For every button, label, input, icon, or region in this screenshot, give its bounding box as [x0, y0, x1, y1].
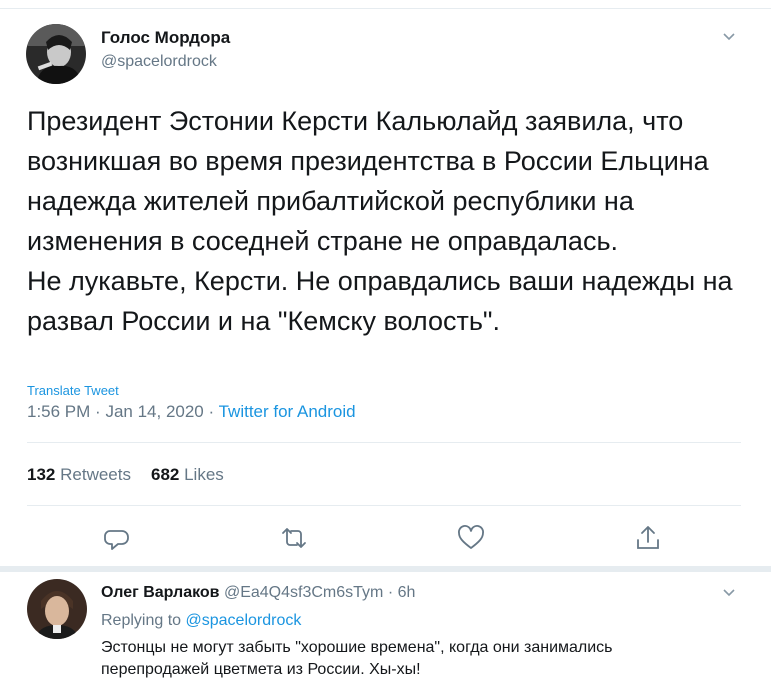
retweets-stat[interactable]: 132 Retweets: [27, 465, 131, 484]
reply-age[interactable]: 6h: [398, 584, 416, 601]
replying-mention-link[interactable]: @spacelordrock: [186, 612, 302, 629]
reply-author-handle[interactable]: @Ea4Q4sf3Cm6sTym: [224, 584, 383, 601]
meta-separator: ·: [95, 402, 101, 421]
retweet-icon[interactable]: [278, 522, 310, 554]
translate-tweet-link[interactable]: Translate Tweet: [27, 383, 119, 398]
tweet-metadata: 1:56 PM · Jan 14, 2020 · Twitter for And…: [27, 402, 356, 422]
likes-stat[interactable]: 682 Likes: [151, 465, 224, 484]
reply-text: Эстонцы не могут забыть "хорошие времена…: [101, 639, 613, 678]
tweet-text: Президент Эстонии Керсти Кальюлайд заяви…: [27, 106, 733, 336]
author-avatar[interactable]: [26, 24, 86, 84]
meta-separator: ·: [208, 402, 215, 421]
heart-icon[interactable]: [455, 522, 487, 554]
chevron-down-icon[interactable]: [722, 586, 736, 600]
divider: [27, 505, 741, 506]
retweets-label: Retweets: [60, 465, 131, 484]
tweet-date[interactable]: Jan 14, 2020: [105, 402, 203, 421]
retweets-count: 132: [27, 465, 56, 484]
reply-icon[interactable]: [101, 522, 133, 554]
author-handle[interactable]: @spacelordrock: [101, 53, 217, 71]
engagement-stats: 132 Retweets 682 Likes: [27, 465, 224, 485]
share-icon[interactable]: [632, 522, 664, 554]
main-tweet: Голос Мордора @spacelordrock Президент Э…: [0, 0, 771, 566]
replying-prefix: Replying to: [101, 612, 182, 629]
author-name[interactable]: Голос Мордора: [101, 28, 230, 48]
reply-author-name[interactable]: Олег Варлаков: [101, 584, 220, 601]
divider: [27, 442, 741, 443]
likes-count: 682: [150, 465, 180, 484]
tweet-source-link[interactable]: Twitter for Android: [219, 402, 356, 421]
tweet-time: 1:56 PM: [27, 402, 91, 421]
tweet-actions: [0, 518, 771, 558]
reply-tweet: Олег Варлаков @Ea4Q4sf3Cm6sTym · 6h Repl…: [0, 567, 771, 691]
likes-label: Likes: [184, 465, 224, 484]
replying-to: Replying to @spacelordrock: [101, 612, 301, 630]
reply-header: Олег Варлаков @Ea4Q4sf3Cm6sTym · 6h: [101, 584, 415, 602]
chevron-down-icon[interactable]: [722, 30, 736, 44]
meta-separator: ·: [387, 584, 394, 601]
reply-author-avatar[interactable]: [27, 579, 87, 639]
